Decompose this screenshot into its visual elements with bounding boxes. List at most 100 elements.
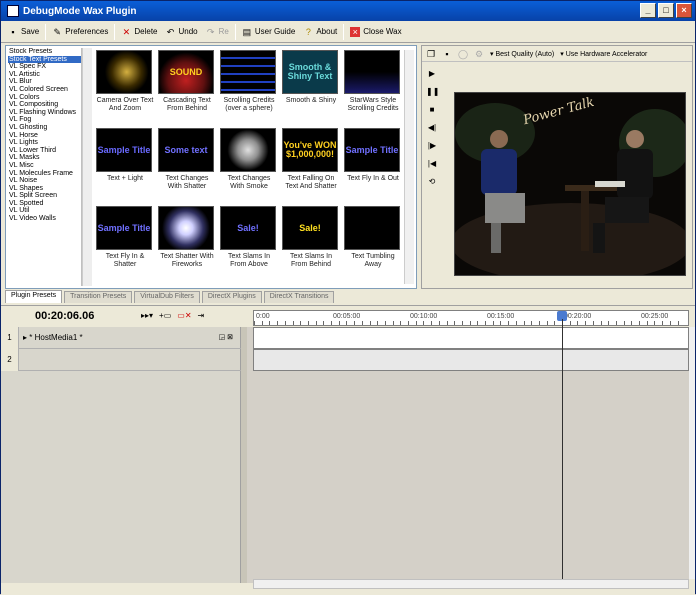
timeline-vertical-scrollbar[interactable]: [689, 327, 695, 579]
preset-category-item[interactable]: VL Masks: [8, 154, 81, 162]
go-start-button[interactable]: |◀: [426, 158, 438, 170]
preset-thumbnail[interactable]: Sample Title Text Fly In & Out: [344, 128, 402, 200]
preset-tab[interactable]: DirectX Transitions: [263, 291, 335, 303]
preset-caption: Smooth & Shiny: [285, 97, 337, 104]
maximize-button[interactable]: □: [658, 3, 674, 18]
preset-thumbnail[interactable]: SOUND Cascading Text From Behind: [158, 50, 216, 122]
zoom-dropdown[interactable]: ▸▸▾: [141, 311, 153, 320]
timeline-area[interactable]: [247, 327, 689, 583]
ruler-tick: [500, 321, 502, 325]
preset-category-item[interactable]: VL Compositing: [8, 101, 81, 109]
preset-category-item[interactable]: VL Horse: [8, 132, 81, 140]
ruler-tick: [269, 321, 271, 325]
timeline-horizontal-scrollbar[interactable]: [253, 579, 689, 589]
preset-category-item[interactable]: VL Blur: [8, 78, 81, 86]
preset-thumbnail[interactable]: Sample Title Text Fly In & Shatter: [96, 206, 154, 278]
preset-category-item[interactable]: VL Spec FX: [8, 63, 81, 71]
category-list-scrollbar[interactable]: [82, 48, 92, 286]
preset-thumbnail[interactable]: Text Changes With Smoke: [220, 128, 278, 200]
timecode-display[interactable]: 00:20:06.06: [35, 310, 94, 322]
preset-category-item[interactable]: VL Fog: [8, 116, 81, 124]
preset-category-item[interactable]: VL Shapes: [8, 185, 81, 193]
add-track-icon[interactable]: +▭: [159, 311, 171, 320]
export-icon[interactable]: ⇥: [198, 311, 205, 320]
preset-tab[interactable]: DirectX Plugins: [201, 291, 262, 303]
stop-button[interactable]: ■: [426, 104, 438, 116]
preset-tab[interactable]: Plugin Presets: [5, 290, 63, 303]
preset-preview-image: [158, 206, 214, 250]
step-forward-button[interactable]: |▶: [426, 140, 438, 152]
preset-category-item[interactable]: VL Colored Screen: [8, 86, 81, 94]
step-back-button[interactable]: ◀|: [426, 122, 438, 134]
preset-category-item[interactable]: VL Video Walls: [8, 215, 81, 223]
preset-tab[interactable]: Transition Presets: [64, 291, 133, 303]
book-icon: ▤: [242, 26, 252, 37]
preset-thumbnail[interactable]: StarWars Style Scrolling Credits: [344, 50, 402, 122]
preset-browser: Stock Presets Stock Text Presets VL Spec F…: [5, 45, 417, 289]
preset-category-item[interactable]: VL Lights: [8, 139, 81, 147]
preset-category-item[interactable]: VL Lower Third: [8, 147, 81, 155]
preset-category-item[interactable]: VL Molecules Frame: [8, 170, 81, 178]
preset-category-item[interactable]: VL Split Screen: [8, 192, 81, 200]
copy-icon[interactable]: ❐: [426, 49, 436, 59]
close-button[interactable]: ×: [676, 3, 692, 18]
save-frame-icon[interactable]: ▪: [442, 49, 452, 59]
preset-thumbnail[interactable]: Text Tumbling Away: [344, 206, 402, 278]
ruler-tick: [431, 321, 433, 325]
redo-button[interactable]: ↷ Re: [202, 23, 233, 41]
preset-tab[interactable]: VirtualDub Filters: [134, 291, 200, 303]
preset-category-item[interactable]: VL Util: [8, 207, 81, 215]
about-button[interactable]: ? About: [299, 23, 341, 41]
preset-category-item[interactable]: VL Misc: [8, 162, 81, 170]
preset-thumbnail[interactable]: Text Shatter With Fireworks: [158, 206, 216, 278]
track-header[interactable]: 2: [1, 349, 241, 371]
preset-thumbnail[interactable]: Scrolling Credits (over a sphere): [220, 50, 278, 122]
loop-button[interactable]: ⟲: [426, 176, 438, 188]
delete-button[interactable]: ✕ Delete: [117, 23, 161, 41]
preset-category-item[interactable]: VL Artistic: [8, 71, 81, 79]
circle-icon[interactable]: ◯: [458, 49, 468, 59]
preset-category-item[interactable]: Stock Text Presets: [8, 55, 81, 64]
preset-category-item[interactable]: VL Colors: [8, 94, 81, 102]
preset-category-item[interactable]: VL Flashing Windows: [8, 109, 81, 117]
track-lane[interactable]: [253, 349, 689, 371]
preset-thumbnail[interactable]: Some text Text Changes With Shatter: [158, 128, 216, 200]
minimize-button[interactable]: _: [640, 3, 656, 18]
preset-thumbnail[interactable]: Smooth & Shiny Text Smooth & Shiny: [282, 50, 340, 122]
track-name-label: * HostMedia1 *: [29, 333, 83, 342]
preferences-button[interactable]: ✎ Preferences: [48, 23, 112, 41]
undo-button[interactable]: ↶ Undo: [162, 23, 202, 41]
track-lane[interactable]: [253, 327, 689, 349]
undo-icon: ↶: [166, 26, 175, 37]
preset-category-list[interactable]: Stock Presets Stock Text Presets VL Spec F…: [8, 48, 82, 286]
preset-thumbnail[interactable]: You've WON $1,000,000! Text Falling On Te…: [282, 128, 340, 200]
preset-category-item[interactable]: Stock Presets: [8, 48, 81, 56]
pause-button[interactable]: ❚❚: [426, 86, 439, 98]
preset-category-item[interactable]: VL Noise: [8, 177, 81, 185]
preset-thumbnail[interactable]: Sample Title Text + Light: [96, 128, 154, 200]
track-number: 1: [1, 327, 19, 349]
accel-dropdown[interactable]: ▾ Use Hardware Accelerator: [560, 50, 647, 58]
preset-grid-scrollbar[interactable]: [404, 50, 414, 284]
ruler-tick: [446, 321, 448, 325]
play-button[interactable]: ▶: [426, 68, 438, 80]
ruler-tick: [315, 321, 317, 325]
preset-thumbnail[interactable]: Sale! Text Slams In From Above: [220, 206, 278, 278]
close-wax-button[interactable]: × Close Wax: [346, 23, 405, 41]
preset-category-item[interactable]: VL Spotted: [8, 200, 81, 208]
gear-icon[interactable]: ⚙: [474, 49, 484, 59]
preset-thumbnail[interactable]: Camera Over Text And Zoom: [96, 50, 154, 122]
track-header[interactable]: 1 ▸ * HostMedia1 * ◲ ⊠: [1, 327, 241, 349]
ruler-label: 00:15:00: [487, 313, 515, 320]
user-guide-button[interactable]: ▤ User Guide: [238, 23, 299, 41]
preset-category-item[interactable]: VL Ghosting: [8, 124, 81, 132]
status-bar: [1, 589, 695, 595]
timeline-ruler[interactable]: 0:00 00:05:00 00:10:00 00:15:00 00:20:00 00:2…: [253, 310, 689, 326]
preset-caption: Text Shatter With Fireworks: [160, 253, 214, 268]
preset-caption: Text Changes With Shatter: [165, 175, 209, 190]
remove-track-icon[interactable]: ▭✕: [177, 311, 191, 320]
save-button[interactable]: ▪ Save: [4, 23, 43, 41]
preset-thumbnail[interactable]: Sale! Text Slams In From Behind: [282, 206, 340, 278]
track-options-icon[interactable]: ◲ ⊠: [219, 333, 233, 341]
quality-dropdown[interactable]: ▾ Best Quality (Auto): [490, 50, 554, 58]
